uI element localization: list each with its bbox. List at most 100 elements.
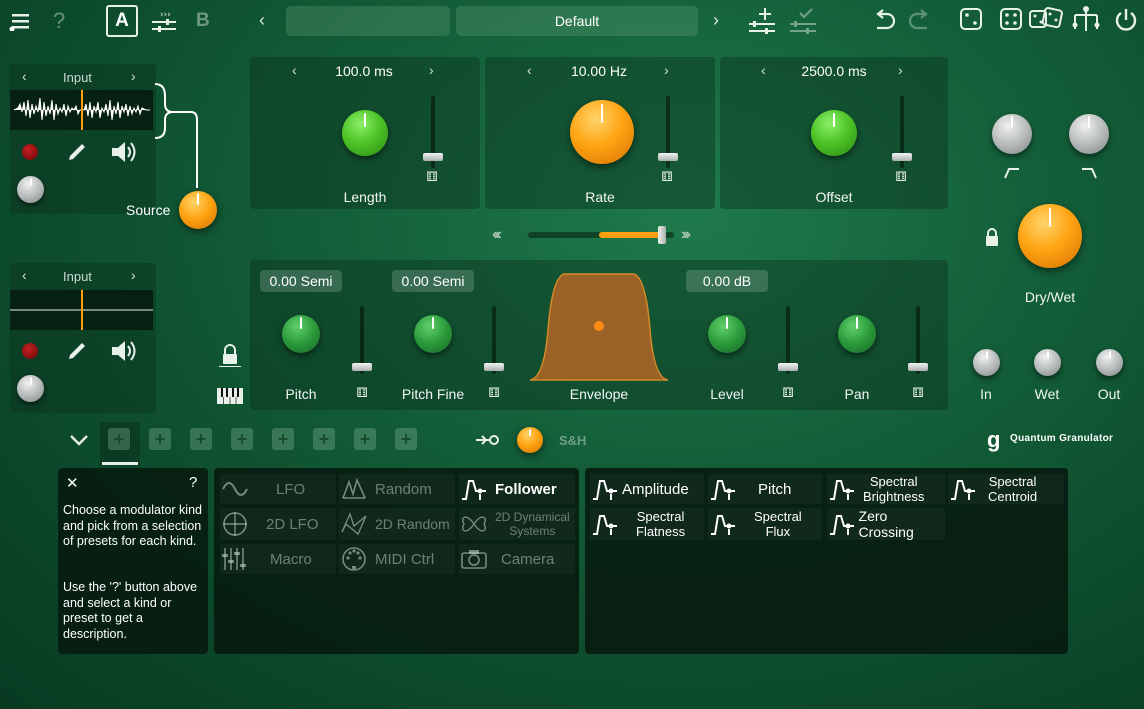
input1-next-arrow[interactable]: ›	[131, 68, 136, 84]
attack-knob[interactable]	[992, 114, 1032, 154]
preset-amplitude[interactable]: Amplitude	[590, 474, 704, 504]
sample-hold-connect-icon[interactable]	[474, 430, 500, 450]
modulator-slot-7[interactable]: +	[354, 428, 376, 450]
rate-mod-link-icon[interactable]: ⚅	[657, 168, 677, 186]
pitch-knob[interactable]	[282, 315, 320, 353]
modulator-slot-4[interactable]: +	[231, 428, 253, 450]
pitch-mod-slider-thumb[interactable]	[352, 363, 372, 371]
modulator-slot-8[interactable]: +	[395, 428, 417, 450]
lock-icon-drywet[interactable]	[982, 226, 1002, 248]
kind-2d-random[interactable]: 2D Random	[339, 508, 455, 540]
redo-icon[interactable]	[906, 6, 934, 34]
input1-speaker-icon[interactable]	[108, 138, 140, 166]
kind-camera[interactable]: Camera	[459, 544, 575, 574]
input2-speaker-icon[interactable]	[108, 337, 140, 365]
help-close-button[interactable]: ✕	[66, 474, 79, 492]
dry-wet-knob[interactable]	[1018, 204, 1082, 268]
input2-next-arrow[interactable]: ›	[131, 267, 136, 283]
copy-ab-icon[interactable]: ›››	[150, 6, 178, 34]
preset-spectral-brightness[interactable]: Spectral Brightness	[827, 474, 945, 504]
preset-spectral-centroid[interactable]: Spectral Centroid	[948, 474, 1064, 504]
pitch-fine-knob[interactable]	[414, 315, 452, 353]
rate-prev-arrow[interactable]: ‹	[527, 62, 532, 78]
rate-knob[interactable]	[570, 100, 634, 164]
envelope-display[interactable]	[528, 270, 670, 382]
pan-mod-link-icon[interactable]: ⚅	[908, 384, 928, 402]
offset-knob[interactable]	[811, 110, 857, 156]
input1-waveform[interactable]	[10, 90, 153, 130]
offset-mod-slider-thumb[interactable]	[892, 153, 912, 161]
length-value[interactable]: 100.0 ms	[320, 63, 408, 79]
length-mod-link-icon[interactable]: ⚅	[422, 168, 442, 186]
input1-pen-icon[interactable]	[64, 139, 90, 165]
modulator-slot-6[interactable]: +	[313, 428, 335, 450]
modulator-slot-1[interactable]: +	[108, 428, 130, 450]
pan-mod-slider-thumb[interactable]	[908, 363, 928, 371]
level-knob[interactable]	[708, 315, 746, 353]
preset-next-arrow[interactable]: ›	[713, 10, 719, 31]
out-knob[interactable]	[1096, 349, 1123, 376]
wet-knob[interactable]	[1034, 349, 1061, 376]
spread-left-arrows[interactable]: ‹‹‹	[492, 226, 502, 244]
input2-record-button[interactable]	[22, 343, 38, 359]
ab-a-button[interactable]: A	[106, 5, 138, 37]
preset-spectral-flux[interactable]: Spectral Flux	[708, 508, 822, 540]
preset-pitch[interactable]: Pitch	[708, 474, 822, 504]
offset-value[interactable]: 2500.0 ms	[788, 63, 880, 79]
pitch-fine-mod-link-icon[interactable]: ⚅	[484, 384, 504, 402]
preset-category-field[interactable]	[286, 6, 450, 36]
help-question-button[interactable]: ?	[189, 474, 197, 491]
routing-icon[interactable]	[1070, 4, 1102, 34]
collapse-chevron-icon[interactable]	[66, 428, 92, 452]
kind-2d-lfo[interactable]: 2D LFO	[220, 508, 336, 540]
preset-spectral-flatness[interactable]: Spectral Flatness	[590, 508, 704, 540]
in-knob[interactable]	[973, 349, 1000, 376]
kind-macro[interactable]: Macro	[220, 544, 336, 574]
pitch-mod-link-icon[interactable]: ⚅	[352, 384, 372, 402]
help-button[interactable]: ?	[53, 8, 65, 34]
power-icon[interactable]	[1112, 6, 1140, 34]
length-mod-slider-thumb[interactable]	[423, 153, 443, 161]
offset-mod-link-icon[interactable]: ⚅	[891, 168, 911, 186]
dice-icon[interactable]	[958, 6, 984, 32]
preset-name-field[interactable]: Default	[456, 6, 698, 36]
pan-knob[interactable]	[838, 315, 876, 353]
keyboard-icon[interactable]	[215, 386, 245, 406]
level-mod-link-icon[interactable]: ⚅	[778, 384, 798, 402]
rate-value[interactable]: 10.00 Hz	[555, 63, 643, 79]
spread-slider-thumb[interactable]	[658, 226, 666, 244]
dice-four-icon[interactable]	[998, 6, 1024, 32]
kind-random[interactable]: Random	[339, 474, 455, 504]
length-knob[interactable]	[342, 110, 388, 156]
input1-gain-knob[interactable]	[17, 176, 44, 203]
input1-prev-arrow[interactable]: ‹	[22, 68, 27, 84]
modulator-slot-3[interactable]: +	[190, 428, 212, 450]
modulator-slot-2[interactable]: +	[149, 428, 171, 450]
dice-pair-icon[interactable]	[1028, 6, 1064, 32]
save-preset-icon[interactable]	[787, 5, 819, 35]
source-knob[interactable]	[179, 191, 217, 229]
spread-right-arrows[interactable]: ›››	[681, 226, 691, 244]
length-prev-arrow[interactable]: ‹	[292, 62, 297, 78]
preset-prev-arrow[interactable]: ‹	[259, 10, 265, 31]
kind-lfo[interactable]: LFO	[220, 474, 336, 504]
release-knob[interactable]	[1069, 114, 1109, 154]
pitch-fine-value[interactable]: 0.00 Semi	[392, 270, 474, 292]
preset-zero-crossing[interactable]: Zero Crossing	[827, 508, 945, 540]
rate-next-arrow[interactable]: ›	[664, 62, 669, 78]
pitch-fine-mod-slider-thumb[interactable]	[484, 363, 504, 371]
lock-icon-voice[interactable]	[218, 343, 242, 367]
offset-prev-arrow[interactable]: ‹	[761, 62, 766, 78]
ab-b-button[interactable]: B	[196, 10, 210, 32]
length-next-arrow[interactable]: ›	[429, 62, 434, 78]
level-mod-slider-thumb[interactable]	[778, 363, 798, 371]
add-preset-icon[interactable]	[746, 5, 778, 35]
input1-record-button[interactable]	[22, 144, 38, 160]
input2-pen-icon[interactable]	[64, 338, 90, 364]
sample-hold-knob[interactable]	[517, 427, 543, 453]
level-value[interactable]: 0.00 dB	[686, 270, 768, 292]
input2-waveform[interactable]	[10, 290, 153, 330]
menu-icon[interactable]	[8, 8, 32, 34]
undo-icon[interactable]	[870, 6, 898, 34]
kind-midi-ctrl[interactable]: MIDI Ctrl	[339, 544, 455, 574]
